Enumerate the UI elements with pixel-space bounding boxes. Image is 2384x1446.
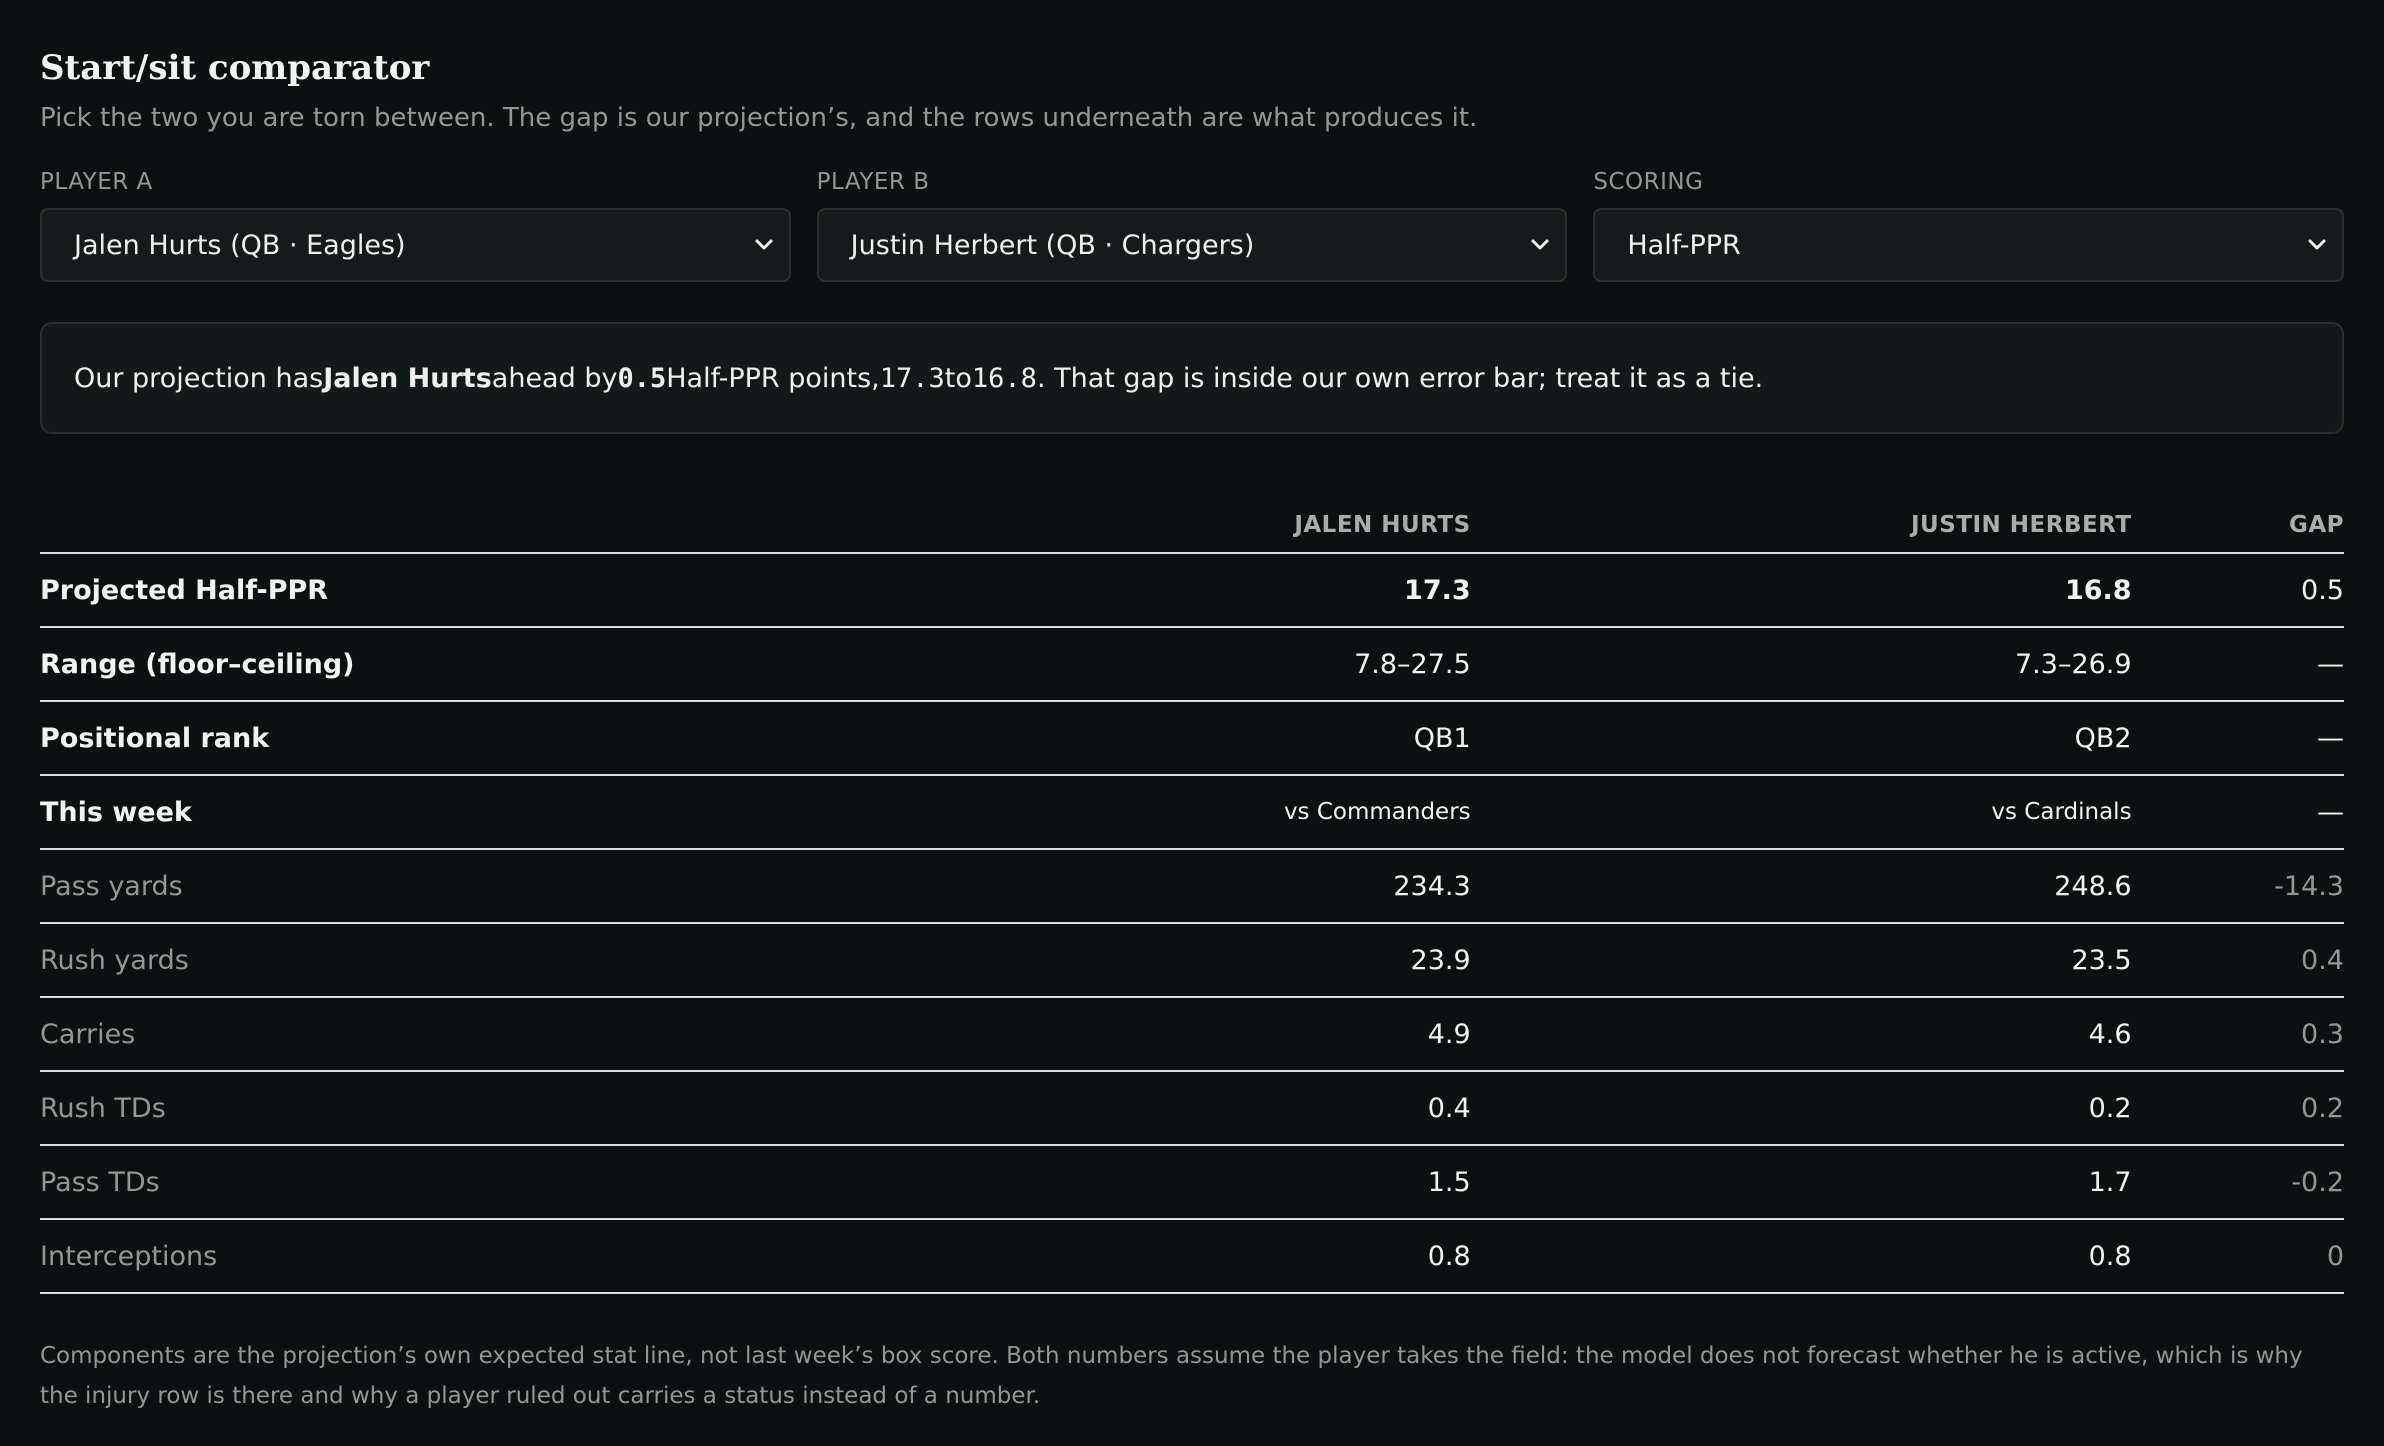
player-a-value: 0.8 xyxy=(652,1219,1471,1294)
player-a-value: 234.3 xyxy=(652,849,1471,924)
player-a-select[interactable]: Jalen Hurts (QB · Eagles) xyxy=(40,208,791,282)
gap-value: -0.2 xyxy=(2131,1145,2344,1220)
summary-points: Half-PPR points, xyxy=(666,362,880,394)
player-b-select[interactable]: Justin Herbert (QB · Chargers) xyxy=(816,208,1568,282)
row-label: Positional rank xyxy=(40,701,653,776)
summary-gap: 0.5 xyxy=(617,362,667,394)
summary-leader: Jalen Hurts xyxy=(323,362,492,394)
page-subtitle: Pick the two you are torn between. The g… xyxy=(40,103,1478,133)
header-player-b: JUSTIN HERBERT xyxy=(1470,476,2132,554)
controls-row: PLAYER A Jalen Hurts (QB · Eagles) PLAYE… xyxy=(40,168,2345,282)
player-b-value: vs Cardinals xyxy=(1470,775,2132,850)
row-label: Interceptions xyxy=(40,1219,653,1294)
scoring-select[interactable]: Half-PPR xyxy=(1593,208,2345,282)
chevron-down-icon xyxy=(1529,234,1551,256)
table-row: Pass TDs 1.5 1.7 -0.2 xyxy=(40,1145,2344,1220)
gap-value: — xyxy=(2131,775,2344,850)
gap-value: 0.3 xyxy=(2131,997,2344,1072)
page-title: Start/sit comparator xyxy=(40,48,430,88)
table-row: Interceptions 0.8 0.8 0 xyxy=(40,1219,2344,1294)
player-a-value: QB1 xyxy=(652,701,1471,776)
player-a-value: 4.9 xyxy=(652,997,1471,1072)
player-b-value: 0.8 xyxy=(1470,1219,2132,1294)
row-label: Carries xyxy=(40,997,653,1072)
scoring-selected-value: Half-PPR xyxy=(1627,229,1741,261)
row-label: Pass yards xyxy=(40,849,653,924)
player-b-selected-value: Justin Herbert (QB · Chargers) xyxy=(850,229,1255,261)
player-b-value: 16.8 xyxy=(1470,553,2132,628)
comparison-table: JALEN HURTS JUSTIN HERBERT GAP Projected… xyxy=(40,476,2344,1294)
player-a-value: 1.5 xyxy=(652,1145,1471,1220)
row-label: Rush yards xyxy=(40,923,653,998)
player-a-value: 0.4 xyxy=(652,1071,1471,1146)
player-b-control: PLAYER B Justin Herbert (QB · Chargers) xyxy=(816,168,1568,282)
header-gap: GAP xyxy=(2131,476,2344,554)
player-a-value: 23.9 xyxy=(652,923,1471,998)
table-row: Range (floor–ceiling) 7.8–27.5 7.3–26.9 … xyxy=(40,627,2344,702)
gap-value: 0 xyxy=(2131,1219,2344,1294)
table-row: Positional rank QB1 QB2 — xyxy=(40,701,2344,776)
header-stat xyxy=(40,476,653,554)
table-row: Rush yards 23.9 23.5 0.4 xyxy=(40,923,2344,998)
player-a-control: PLAYER A Jalen Hurts (QB · Eagles) xyxy=(40,168,791,282)
table-row: Projected Half-PPR 17.3 16.8 0.5 xyxy=(40,553,2344,628)
player-b-value: 248.6 xyxy=(1470,849,2132,924)
player-a-selected-value: Jalen Hurts (QB · Eagles) xyxy=(74,229,406,261)
summary-prefix: Our projection has xyxy=(74,362,324,394)
player-b-value: 7.3–26.9 xyxy=(1470,627,2132,702)
player-b-label: PLAYER B xyxy=(816,169,930,195)
summary-score-a: 17.3 xyxy=(879,362,945,394)
summary-to: to xyxy=(944,362,972,394)
player-b-value: 4.6 xyxy=(1470,997,2132,1072)
table-row: Pass yards 234.3 248.6 -14.3 xyxy=(40,849,2344,924)
scoring-label: SCORING xyxy=(1593,169,1704,195)
gap-value: 0.4 xyxy=(2131,923,2344,998)
row-label: Range (floor–ceiling) xyxy=(40,627,653,702)
gap-value: — xyxy=(2131,701,2344,776)
player-a-value: 17.3 xyxy=(652,553,1471,628)
player-b-value: QB2 xyxy=(1470,701,2132,776)
gap-value: — xyxy=(2131,627,2344,702)
chevron-down-icon xyxy=(753,234,775,256)
row-label: Projected Half-PPR xyxy=(40,553,653,628)
footnote: Components are the projection’s own expe… xyxy=(40,1343,2303,1409)
player-b-value: 0.2 xyxy=(1470,1071,2132,1146)
player-a-label: PLAYER A xyxy=(40,169,153,195)
player-a-value: vs Commanders xyxy=(652,775,1471,850)
player-b-value: 1.7 xyxy=(1470,1145,2132,1220)
projection-summary: Our projection has Jalen Hurts ahead by … xyxy=(40,322,2344,434)
gap-value: -14.3 xyxy=(2131,849,2344,924)
gap-value: 0.2 xyxy=(2131,1071,2344,1146)
player-a-value: 7.8–27.5 xyxy=(652,627,1471,702)
start-sit-comparator: Start/sit comparator Pick the two you ar… xyxy=(0,0,2384,1416)
summary-score-b: 16.8 xyxy=(971,362,1037,394)
row-label: This week xyxy=(40,775,653,850)
table-header-row: JALEN HURTS JUSTIN HERBERT GAP xyxy=(40,476,2344,554)
table-row: Carries 4.9 4.6 0.3 xyxy=(40,997,2344,1072)
summary-suffix: . That gap is inside our own error bar; … xyxy=(1036,362,1764,394)
row-label: Rush TDs xyxy=(40,1071,653,1146)
chevron-down-icon xyxy=(2306,234,2328,256)
table-row: This week vs Commanders vs Cardinals — xyxy=(40,775,2344,850)
gap-value: 0.5 xyxy=(2131,553,2344,628)
table-row: Rush TDs 0.4 0.2 0.2 xyxy=(40,1071,2344,1146)
summary-ahead-by: ahead by xyxy=(491,362,618,394)
scoring-control: SCORING Half-PPR xyxy=(1593,168,2345,282)
player-b-value: 23.5 xyxy=(1470,923,2132,998)
header-player-a: JALEN HURTS xyxy=(652,476,1471,554)
row-label: Pass TDs xyxy=(40,1145,653,1220)
